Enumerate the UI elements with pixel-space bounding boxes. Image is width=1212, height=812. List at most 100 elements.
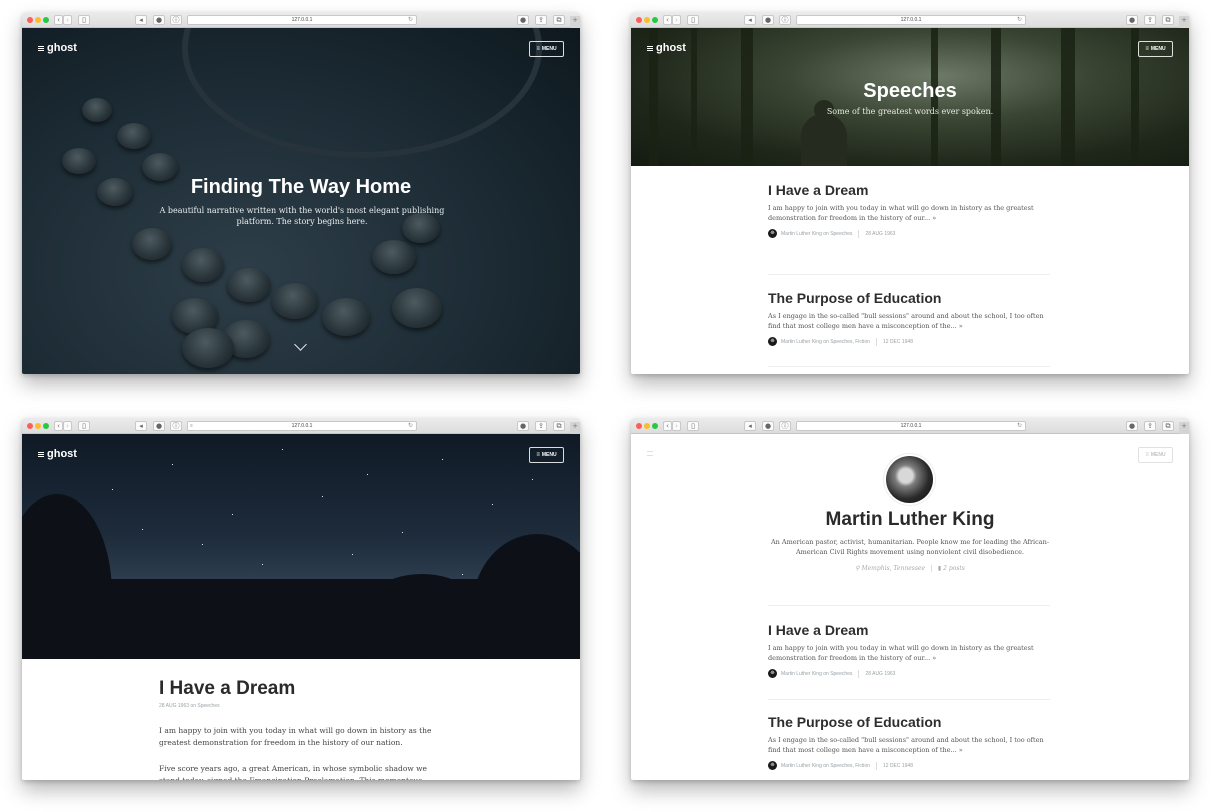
- post-excerpt[interactable]: As I engage in the so-called "bull sessi…: [768, 735, 1050, 755]
- extension-icon[interactable]: ◂: [744, 15, 756, 25]
- address-bar[interactable]: 127.0.0.1 ↻: [796, 15, 1026, 25]
- extension-icon[interactable]: ●: [153, 15, 165, 25]
- sidebar-toggle-icon[interactable]: ▯: [687, 421, 699, 431]
- typewriter-frame: [182, 28, 542, 158]
- menu-button[interactable]: ≡ MENU: [1138, 447, 1173, 463]
- page-viewport: ghost ≡ MENU I Have a Dream 28 AUG 1963 …: [22, 434, 580, 780]
- typewriter-key: [62, 148, 96, 174]
- author-bio: An American pastor, activist, humanitari…: [770, 538, 1050, 556]
- info-icon[interactable]: ⓘ: [779, 15, 791, 25]
- minimize-window-button[interactable]: [35, 17, 41, 23]
- share-icon[interactable]: ⇪: [1144, 421, 1156, 431]
- post-author-tags[interactable]: Martin Luther King on Speeches: [781, 671, 852, 677]
- post-card: I Have a Dream I am happy to join with y…: [768, 182, 1050, 238]
- ghost-logo-icon: [647, 45, 653, 51]
- post-excerpt[interactable]: I am happy to join with you today in wha…: [768, 203, 1050, 223]
- page-viewport: Speeches Some of the greatest words ever…: [631, 28, 1189, 374]
- address-bar[interactable]: 127.0.0.1 ↻: [187, 15, 417, 25]
- minimize-window-button[interactable]: [35, 423, 41, 429]
- address-bar[interactable]: 127.0.0.1 ↻: [796, 421, 1026, 431]
- reload-icon[interactable]: ↻: [408, 422, 413, 430]
- minimize-window-button[interactable]: [644, 17, 650, 23]
- new-tab-button[interactable]: +: [570, 422, 580, 434]
- post-author-tags[interactable]: Martin Luther King on Speeches, Fiction: [781, 339, 870, 345]
- menu-button[interactable]: ≡ MENU: [529, 41, 564, 57]
- avatar[interactable]: [768, 761, 777, 770]
- back-button[interactable]: ‹: [663, 421, 672, 431]
- menu-button[interactable]: ≡ MENU: [529, 447, 564, 463]
- share-icon[interactable]: ⇪: [1144, 15, 1156, 25]
- star: [367, 474, 368, 475]
- downloads-icon[interactable]: ●: [1126, 15, 1138, 25]
- downloads-icon[interactable]: ●: [1126, 421, 1138, 431]
- ghost-logo-icon: [38, 451, 44, 457]
- menu-button[interactable]: ≡ MENU: [1138, 41, 1173, 57]
- sidebar-toggle-icon[interactable]: ▯: [78, 421, 90, 431]
- tabs-icon[interactable]: ⧉: [553, 15, 565, 25]
- avatar[interactable]: [768, 337, 777, 346]
- post-title[interactable]: I Have a Dream: [768, 182, 1050, 198]
- ghost-logo[interactable]: ghost: [38, 448, 77, 460]
- zoom-window-button[interactable]: [652, 423, 658, 429]
- post-author-tags[interactable]: Martin Luther King on Speeches: [781, 231, 852, 237]
- reload-icon[interactable]: ↻: [408, 16, 413, 24]
- tabs-icon[interactable]: ⧉: [1162, 15, 1174, 25]
- reader-view-icon[interactable]: ≡: [190, 422, 193, 430]
- ghost-logo[interactable]: ghost: [647, 42, 686, 54]
- zoom-window-button[interactable]: [652, 17, 658, 23]
- sidebar-toggle-icon[interactable]: ▯: [687, 15, 699, 25]
- ghost-logo[interactable]: ghost: [38, 42, 77, 54]
- post-author-tags[interactable]: Martin Luther King on Speeches, Fiction: [781, 763, 870, 769]
- close-window-button[interactable]: [27, 423, 33, 429]
- menu-label: MENU: [1150, 452, 1166, 458]
- zoom-window-button[interactable]: [43, 423, 49, 429]
- post-title[interactable]: I Have a Dream: [768, 622, 1050, 638]
- forward-button[interactable]: ›: [63, 15, 72, 25]
- new-tab-button[interactable]: +: [1179, 16, 1189, 28]
- extension-icon[interactable]: ●: [762, 421, 774, 431]
- close-window-button[interactable]: [27, 17, 33, 23]
- avatar[interactable]: [768, 669, 777, 678]
- tabs-icon[interactable]: ⧉: [1162, 421, 1174, 431]
- downloads-icon[interactable]: ●: [517, 15, 529, 25]
- article-meta[interactable]: 28 AUG 1963 on Speeches: [159, 703, 220, 709]
- new-tab-button[interactable]: +: [1179, 422, 1189, 434]
- share-icon[interactable]: ⇪: [535, 15, 547, 25]
- avatar[interactable]: [768, 229, 777, 238]
- sidebar-toggle-icon[interactable]: ▯: [78, 15, 90, 25]
- star: [402, 532, 403, 533]
- reload-icon[interactable]: ↻: [1017, 16, 1022, 24]
- reload-icon[interactable]: ↻: [1017, 422, 1022, 430]
- share-icon[interactable]: ⇪: [535, 421, 547, 431]
- post-excerpt[interactable]: As I engage in the so-called "bull sessi…: [768, 311, 1050, 331]
- post-excerpt[interactable]: I am happy to join with you today in wha…: [768, 643, 1050, 663]
- extension-icon[interactable]: ◂: [135, 421, 147, 431]
- close-window-button[interactable]: [636, 17, 642, 23]
- minimize-window-button[interactable]: [644, 423, 650, 429]
- zoom-window-button[interactable]: [43, 17, 49, 23]
- back-button[interactable]: ‹: [663, 15, 672, 25]
- extension-icon[interactable]: ●: [762, 15, 774, 25]
- post-title[interactable]: The Purpose of Education: [768, 290, 1050, 306]
- extension-icon[interactable]: ●: [153, 421, 165, 431]
- info-icon[interactable]: ⓘ: [779, 421, 791, 431]
- extension-icon[interactable]: ◂: [744, 421, 756, 431]
- forward-button[interactable]: ›: [63, 421, 72, 431]
- extension-icon[interactable]: ◂: [135, 15, 147, 25]
- forward-button[interactable]: ›: [672, 421, 681, 431]
- back-button[interactable]: ‹: [54, 15, 63, 25]
- info-icon[interactable]: ⓘ: [170, 15, 182, 25]
- post-divider: [768, 699, 1050, 700]
- forward-button[interactable]: ›: [672, 15, 681, 25]
- post-title[interactable]: The Purpose of Education: [768, 714, 1050, 730]
- back-button[interactable]: ‹: [54, 421, 63, 431]
- close-window-button[interactable]: [636, 423, 642, 429]
- tabs-icon[interactable]: ⧉: [553, 421, 565, 431]
- ghost-logo-icon[interactable]: [647, 451, 653, 456]
- address-bar[interactable]: ≡ 127.0.0.1 ↻: [187, 421, 417, 431]
- new-tab-button[interactable]: +: [570, 16, 580, 28]
- info-icon[interactable]: ⓘ: [170, 421, 182, 431]
- downloads-icon[interactable]: ●: [517, 421, 529, 431]
- menu-label: MENU: [541, 452, 557, 458]
- post-meta: Martin Luther King on Speeches, Fiction …: [768, 761, 1050, 770]
